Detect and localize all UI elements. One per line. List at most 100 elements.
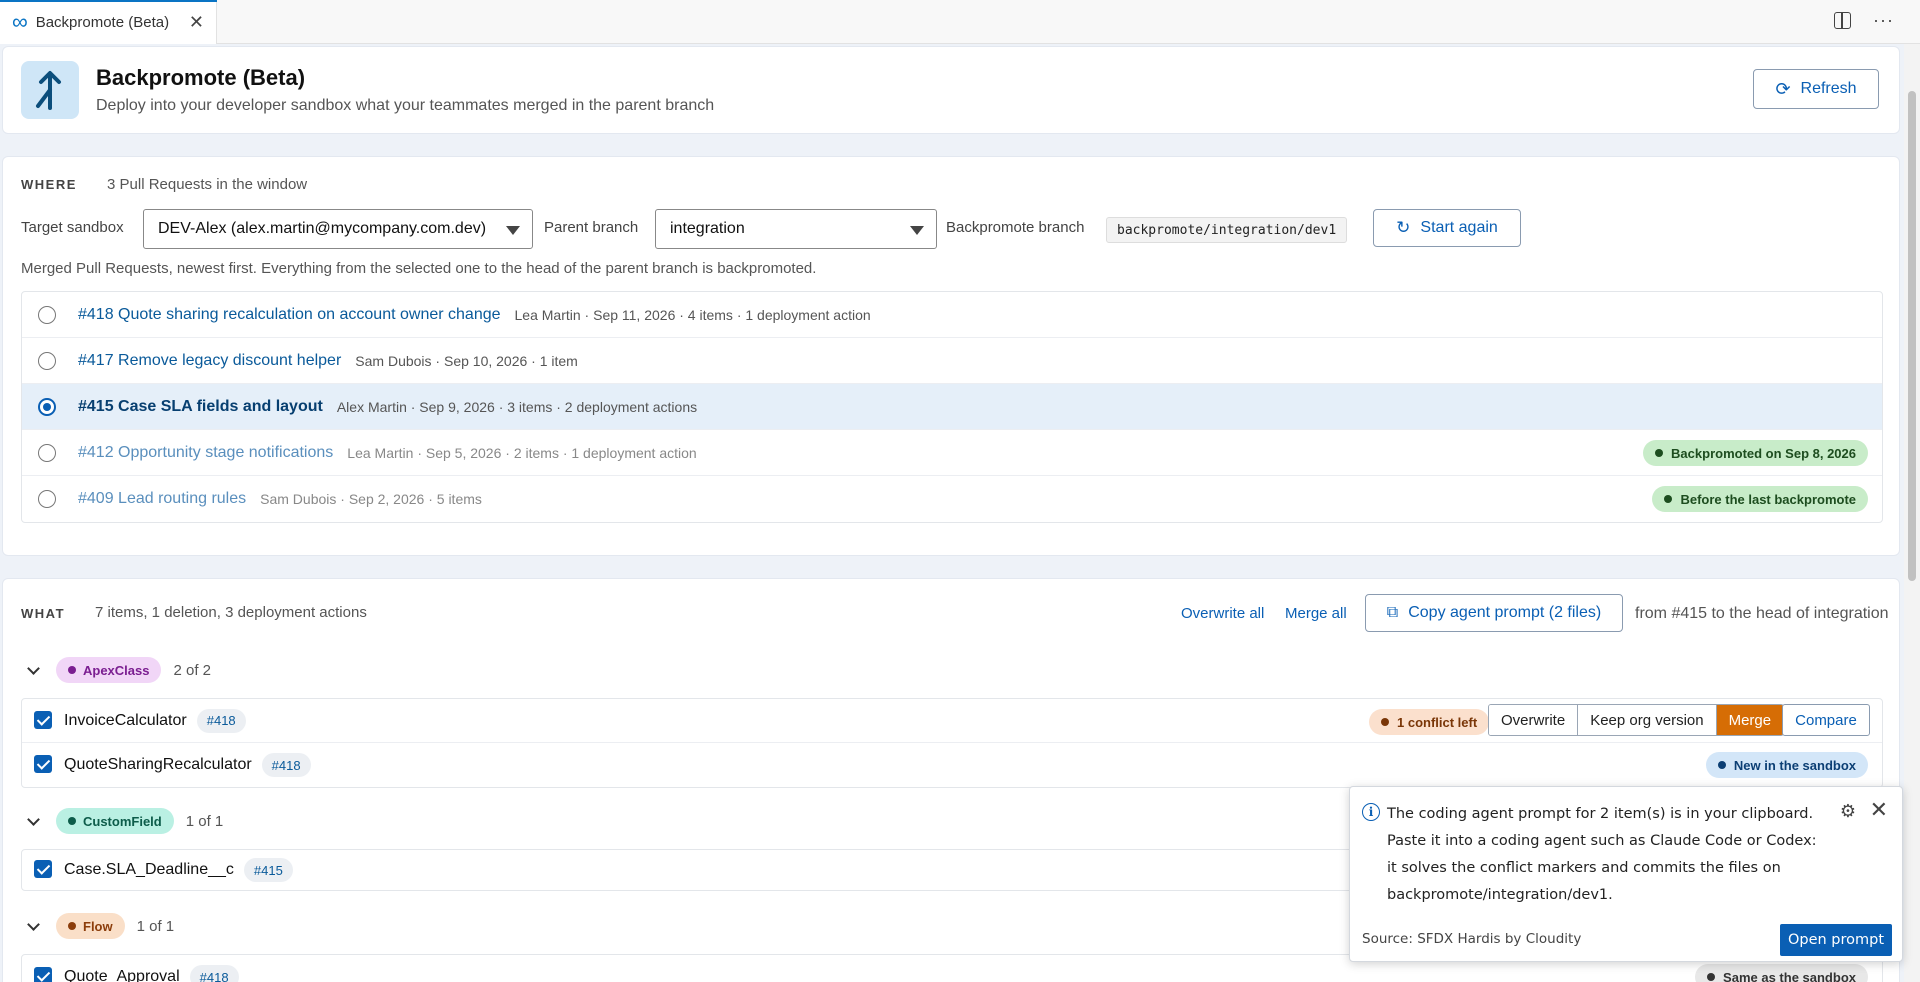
target-sandbox-label: Target sandbox [21,219,124,236]
status-badge-label: Backpromoted on Sep 8, 2026 [1671,445,1856,461]
status-dot-icon [1717,761,1726,769]
chevron-down-icon[interactable] [27,812,40,826]
status-dot-icon [1655,449,1664,457]
status-dot-icon [1381,718,1389,726]
group-header-customfield[interactable]: CustomField 1 of 1 [21,807,223,835]
pull-request-row[interactable]: #412 Opportunity stage notifications Lea… [22,430,1882,476]
target-sandbox-select[interactable]: DEV-Alex (alex.martin@mycompany.com.dev) [143,209,533,249]
copy-agent-prompt-label: Copy agent prompt (2 files) [1408,604,1602,621]
pr-meta: Lea Martin · Sep 5, 2026 · 2 items · 1 d… [347,444,697,461]
type-pill: ApexClass [56,657,162,683]
merge-option[interactable]: Merge [1716,705,1784,735]
toast-message: The coding agent prompt for 2 item(s) is… [1387,806,1817,903]
merge-all-button[interactable]: Merge all [1285,605,1347,622]
pr-meta: Sam Dubois · Sep 10, 2026 · 1 item [355,352,578,369]
pr-title[interactable]: #415 Case SLA fields and layout [78,398,323,416]
status-badge-label: Before the last backpromote [1680,491,1856,507]
pull-request-row[interactable]: #417 Remove legacy discount helper Sam D… [22,338,1882,384]
pr-radio[interactable] [38,490,56,508]
infinity-icon: ∞ [12,9,28,34]
toast-source: Source: SFDX Hardis by Cloudity [1362,931,1582,947]
close-icon[interactable]: ✕ [189,12,204,33]
backpromote-branch-label: Backpromote branch [946,219,1085,236]
pr-radio[interactable] [38,352,56,370]
status-badge: Before the last backpromote [1652,486,1868,512]
type-pill-label: CustomField [83,813,162,829]
overwrite-all-button[interactable]: Overwrite all [1181,605,1264,622]
editor-tab-bar: ∞ Backpromote (Beta) ✕ ··· [0,0,1920,44]
chevron-down-icon[interactable] [27,661,40,675]
pr-title[interactable]: #417 Remove legacy discount helper [78,352,341,370]
item-row: QuoteSharingRecalculator #418 New in the… [22,743,1882,787]
pr-title[interactable]: #418 Quote sharing recalculation on acco… [78,306,501,324]
group-count: 1 of 1 [185,812,224,830]
pull-request-row[interactable]: #418 Quote sharing recalculation on acco… [22,292,1882,338]
item-checkbox[interactable] [34,755,52,773]
editor-actions: ··· [1834,10,1894,31]
item-checkbox[interactable] [34,967,52,982]
pr-chip[interactable]: #418 [189,965,239,982]
status-badge-label: Same as the sandbox [1723,969,1856,982]
status-dot-icon [1664,495,1673,503]
merge-arrow-icon [21,61,79,119]
status-dot-icon [1707,973,1716,981]
pr-radio[interactable] [38,444,56,462]
more-icon[interactable]: ··· [1873,10,1894,31]
item-checkbox[interactable] [34,711,52,729]
chevron-down-icon [910,226,924,235]
pr-chip[interactable]: #415 [243,858,293,882]
pull-request-row[interactable]: #409 Lead routing rules Sam Dubois · Sep… [22,476,1882,522]
chevron-down-icon [506,226,520,235]
tab-title: Backpromote (Beta) [35,13,170,31]
item-checkbox[interactable] [34,860,52,878]
refresh-button[interactable]: ⟳ Refresh [1753,69,1879,109]
open-prompt-button[interactable]: Open prompt [1780,924,1892,956]
what-label: WHAT [21,606,66,621]
page-subtitle: Deploy into your developer sandbox what … [96,97,715,114]
tab-backpromote[interactable]: ∞ Backpromote (Beta) ✕ [0,0,217,44]
vertical-scrollbar[interactable] [1904,44,1920,982]
keep-org-version-option[interactable]: Keep org version [1578,705,1717,735]
item-name: QuoteSharingRecalculator [64,756,252,773]
restart-icon: ↻ [1396,218,1411,237]
group-header-flow[interactable]: Flow 1 of 1 [21,912,174,940]
copy-icon: ⧉ [1386,604,1399,621]
item-name: Quote_Approval [64,968,180,982]
group-header-apexclass[interactable]: ApexClass 2 of 2 [21,656,211,684]
close-icon[interactable]: ✕ [1870,797,1888,823]
notification-toast: i The coding agent prompt for 2 item(s) … [1349,786,1903,962]
pr-radio-checked[interactable] [38,398,56,416]
info-icon: i [1362,803,1380,821]
scrollbar-thumb[interactable] [1908,91,1916,581]
pr-chip[interactable]: #418 [196,708,246,733]
overwrite-option[interactable]: Overwrite [1489,705,1579,735]
status-badge: Backpromoted on Sep 8, 2026 [1643,440,1868,466]
where-section: WHERE 3 Pull Requests in the window Targ… [2,156,1900,556]
pull-request-row-selected[interactable]: #415 Case SLA fields and layout Alex Mar… [22,384,1882,430]
chevron-down-icon[interactable] [27,917,40,931]
parent-branch-select[interactable]: integration [655,209,937,249]
group-count: 1 of 1 [136,917,175,935]
where-summary: 3 Pull Requests in the window [107,176,308,193]
parent-branch-label: Parent branch [544,219,639,236]
pr-title[interactable]: #409 Lead routing rules [78,490,246,508]
compare-button[interactable]: Compare [1782,704,1870,736]
gear-icon[interactable]: ⚙ [1840,801,1856,822]
type-pill: CustomField [56,808,174,834]
pr-radio[interactable] [38,306,56,324]
status-badge-label: New in the sandbox [1733,757,1856,773]
items-list-apexclass: InvoiceCalculator #418 1 conflict left O… [21,698,1883,788]
type-dot-icon [68,817,76,825]
pr-title[interactable]: #412 Opportunity stage notifications [78,444,333,462]
item-name: InvoiceCalculator [64,711,187,729]
pull-request-list: #418 Quote sharing recalculation on acco… [21,291,1883,523]
type-dot-icon [68,666,76,674]
start-again-label: Start again [1420,219,1498,236]
split-editor-icon[interactable] [1834,12,1852,29]
copy-agent-prompt-button[interactable]: ⧉ Copy agent prompt (2 files) [1365,594,1623,632]
start-again-button[interactable]: ↻ Start again [1373,209,1521,247]
pr-chip[interactable]: #418 [261,753,311,777]
pr-meta: Alex Martin · Sep 9, 2026 · 3 items · 2 … [336,398,698,415]
page-title: Backpromote (Beta) [96,65,306,90]
type-dot-icon [68,922,76,930]
